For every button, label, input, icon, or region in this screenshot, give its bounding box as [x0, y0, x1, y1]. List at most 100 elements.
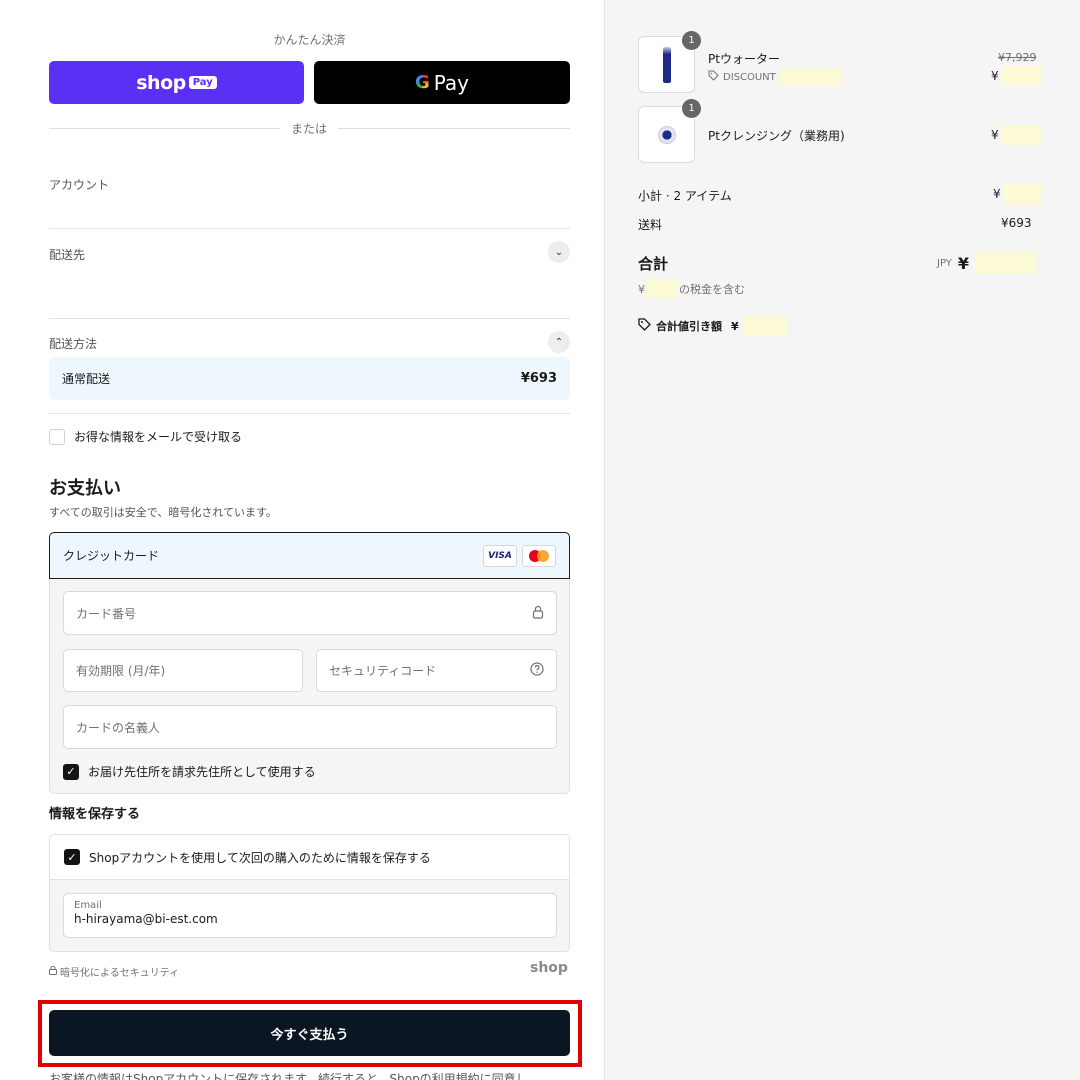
email-label: Email [74, 900, 102, 911]
redacted-highlight [743, 316, 788, 336]
account-label: アカウント [49, 178, 110, 192]
shipping-label: 送料 [638, 218, 663, 232]
total-discount-symbol: ¥ [731, 319, 739, 333]
google-g-icon: G [414, 72, 430, 93]
shipping-method-divider [49, 413, 570, 414]
or-text: または [280, 120, 338, 137]
security-note: 暗号化によるセキュリティ [49, 964, 179, 979]
security-note-text: 暗号化によるセキュリティ [60, 968, 180, 979]
mastercard-icon [522, 544, 556, 567]
security-code-input[interactable]: セキュリティコード [316, 649, 557, 692]
total-discount: 合計値引き額 ¥ [638, 316, 788, 336]
chevron-down-icon: ⌄ [554, 246, 564, 258]
subtotal-label: 小計 · 2 アイテム [638, 189, 732, 203]
help-circle-icon[interactable] [530, 662, 544, 679]
billing-same-row: ✓ お届け先住所を請求先住所として使用する [63, 763, 316, 780]
newsletter-label: お得な情報をメールで受け取る [74, 430, 243, 444]
shipping-value: ¥693 [1001, 216, 1032, 230]
redacted-highlight [1000, 125, 1041, 145]
footnote: お客様の情報はShopアカウントに保存されます。続行すると、Shopの利用規約に… [49, 1072, 528, 1080]
redacted-highlight [1002, 184, 1041, 204]
pay-now-button[interactable]: 今すぐ支払う [49, 1010, 570, 1056]
item-price-symbol: ¥ [991, 69, 999, 83]
express-checkout-title: かんたん決済 [273, 33, 346, 47]
card-number-input[interactable]: カード番号 [63, 591, 557, 635]
item-name: Ptウォーター [708, 52, 780, 66]
card-number-placeholder: カード番号 [76, 606, 137, 621]
tag-icon [638, 318, 651, 334]
tax-suffix: の税金を含む [679, 283, 745, 296]
account-divider [49, 228, 570, 229]
check-icon: ✓ [66, 765, 76, 778]
shop-pay-button[interactable]: shop Pay [49, 61, 304, 104]
email-value: h-hirayama@bi-est.com [74, 912, 218, 926]
total-discount-label: 合計値引き額 [656, 320, 722, 333]
chevron-up-icon: ⌃ [554, 336, 564, 348]
security-code-placeholder: セキュリティコード [329, 664, 437, 678]
item-price: ¥ [991, 125, 1041, 145]
checkout-form: かんたん決済 shop Pay G Pay または アカウント 配送先 ⌄ 配送… [0, 0, 604, 1080]
shop-account-label: Shopアカウントを使用して次回の購入のために情報を保存する [89, 850, 431, 865]
item-qty-badge: 1 [682, 99, 701, 118]
expiry-input[interactable]: 有効期限 (月/年) [63, 649, 303, 692]
redacted-highlight [779, 68, 842, 86]
delivery-expand-button[interactable]: ⌄ [548, 241, 570, 263]
google-pay-button[interactable]: G Pay [314, 61, 570, 104]
lock-icon [532, 605, 544, 622]
billing-same-checkbox[interactable]: ✓ [63, 763, 79, 780]
cardholder-name-placeholder: カードの名義人 [76, 720, 161, 735]
shop-account-checkbox[interactable]: ✓ [64, 849, 80, 865]
credit-card-form: カード番号 有効期限 (月/年) セキュリティコード カードの名義人 ✓ お届け… [49, 579, 570, 794]
payment-title: お支払い [49, 478, 121, 499]
lock-icon [49, 965, 57, 978]
item-price: ¥ [991, 66, 1041, 86]
credit-card-label: クレジットカード [63, 549, 160, 563]
payment-subtitle: すべての取引は安全で、暗号化されています。 [49, 506, 277, 519]
total-symbol: ¥ [957, 253, 970, 273]
tax-note: ¥ の税金を含む [638, 280, 745, 298]
redacted-highlight [646, 280, 678, 298]
card-brands: VISA [483, 544, 556, 567]
shipping-method-label: 配送方法 [49, 337, 98, 351]
currency-code: JPY [937, 257, 952, 269]
save-info-box: ✓ Shopアカウントを使用して次回の購入のために情報を保存する Email h… [49, 834, 570, 952]
item-qty-badge: 1 [682, 31, 701, 50]
shipping-option-standard[interactable]: 通常配送 ¥693 [49, 357, 570, 400]
expiry-placeholder: 有効期限 (月/年) [76, 664, 166, 678]
delivery-label: 配送先 [49, 248, 86, 262]
item-discount: DISCOUNT [708, 68, 842, 86]
check-icon: ✓ [67, 850, 77, 864]
discount-label: DISCOUNT [723, 71, 776, 83]
shipping-method-collapse-button[interactable]: ⌃ [548, 331, 570, 353]
shop-account-row: ✓ Shopアカウントを使用して次回の購入のために情報を保存する [50, 835, 569, 880]
tag-icon [708, 70, 719, 84]
order-summary: 1 Ptウォーター DISCOUNT ¥7,929 ¥ 1 Ptクレンジング（業… [604, 0, 1080, 1080]
item-compare-price: ¥7,929 [998, 51, 1037, 64]
redacted-highlight [975, 252, 1036, 274]
subtotal-value: ¥ [993, 184, 1041, 204]
delivery-divider [49, 318, 570, 319]
subtotal-symbol: ¥ [993, 187, 1001, 201]
total-value: JPY ¥ [937, 252, 1036, 274]
shipping-option-name: 通常配送 [62, 372, 111, 386]
shop-logo: shop [530, 960, 568, 976]
cardholder-name-input[interactable]: カードの名義人 [63, 705, 557, 749]
credit-card-option[interactable]: クレジットカード VISA [49, 532, 570, 579]
item-price-symbol: ¥ [991, 128, 999, 142]
visa-icon: VISA [483, 544, 517, 567]
total-label: 合計 [638, 255, 669, 273]
email-field[interactable]: Email h-hirayama@bi-est.com [63, 893, 557, 938]
shipping-option-price: ¥693 [520, 371, 557, 386]
newsletter-row: お得な情報をメールで受け取る [49, 428, 242, 445]
google-pay-label: Pay [433, 70, 470, 95]
bottle-image [662, 46, 671, 83]
save-info-title: 情報を保存する [49, 807, 141, 822]
billing-same-label: お届け先住所を請求先住所として使用する [88, 765, 316, 779]
shop-pay-tag: Pay [188, 76, 217, 89]
tax-symbol: ¥ [638, 282, 645, 296]
jar-image [657, 125, 676, 144]
newsletter-checkbox[interactable] [49, 428, 65, 445]
redacted-highlight [1000, 66, 1041, 86]
item-name: Ptクレンジング（業務用) [708, 129, 845, 143]
shop-pay-wordmark: shop [136, 71, 186, 94]
